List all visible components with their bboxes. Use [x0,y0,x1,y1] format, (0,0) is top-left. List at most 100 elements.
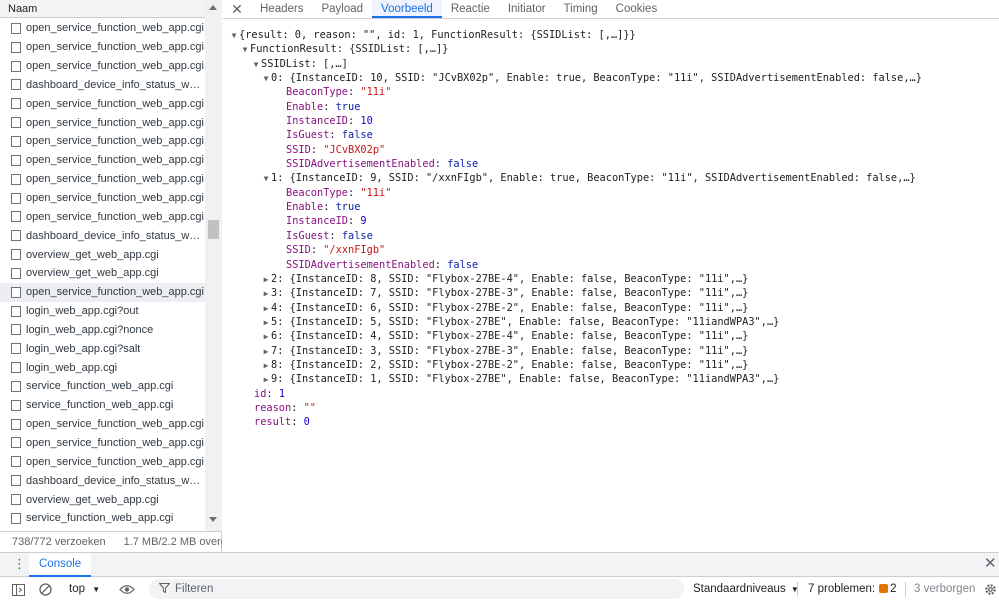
request-row[interactable]: open_service_function_web_app.cgi [0,452,205,471]
json-key: IsGuest [286,129,330,142]
expanded-arrow-icon[interactable]: ▼ [261,72,271,86]
collapsed-arrow-icon[interactable]: ▶ [261,359,271,373]
request-row[interactable]: open_service_function_web_app.cgi [0,189,205,208]
json-array-item[interactable]: ▶ 2: {InstanceID: 8, SSID: "Flybox-27BE-4… [223,272,999,286]
drawer-tab-bar: ⋮ Console ✕ [0,553,999,577]
request-row[interactable]: overview_get_web_app.cgi [0,490,205,509]
request-row[interactable]: login_web_app.cgi?salt [0,339,205,358]
request-row[interactable]: open_service_function_web_app.cgi [0,170,205,189]
request-name: open_service_function_web_app.cgi [26,286,204,299]
json-value: 1 [278,387,286,400]
request-name: overview_get_web_app.cgi [26,248,159,261]
expanded-arrow-icon[interactable]: ▼ [251,58,261,72]
request-row[interactable]: service_function_web_app.cgi [0,377,205,396]
request-row[interactable]: open_service_function_web_app.cgi [0,113,205,132]
tab-cookies[interactable]: Cookies [607,0,667,18]
scroll-thumb[interactable] [208,220,219,239]
expanded-arrow-icon[interactable]: ▼ [261,172,271,186]
request-row[interactable]: login_web_app.cgi?nonce [0,321,205,340]
json-key: reason [254,401,292,414]
request-row[interactable]: service_function_web_app.cgi [0,396,205,415]
json-array-item[interactable]: ▶ 5: {InstanceID: 5, SSID: "Flybox-27BE",… [223,315,999,329]
json-item-summary: 1: {InstanceID: 9, SSID: "/xxnFIgb", Ena… [271,172,916,185]
json-array-item[interactable]: ▶ 7: {InstanceID: 3, SSID: "Flybox-27BE-3… [223,344,999,358]
clear-console-icon[interactable] [37,578,53,600]
request-row[interactable]: open_service_function_web_app.cgi [0,94,205,113]
json-colon: : [266,387,279,400]
eye-icon[interactable] [118,578,136,600]
close-drawer-icon[interactable]: ✕ [984,556,997,572]
json-root-node[interactable]: ▼ {result: 0, reason: "", id: 1, Function… [223,28,999,42]
json-array-item[interactable]: ▼ 0: {InstanceID: 10, SSID: "JCvBX02p", E… [223,71,999,85]
more-menu-icon[interactable]: ⋮ [13,557,26,571]
request-row[interactable]: service_function_web_app.cgi [0,509,205,528]
request-row[interactable]: open_service_function_web_app.cgi [0,207,205,226]
document-icon [11,512,21,524]
tab-voorbeeld[interactable]: Voorbeeld [372,0,442,18]
request-row[interactable]: open_service_function_web_app.cgi [0,57,205,76]
name-column-header[interactable]: Naam [0,0,205,18]
expanded-arrow-icon[interactable]: ▼ [229,29,239,43]
expanded-arrow-icon[interactable]: ▼ [240,43,250,57]
close-icon[interactable]: ✕ [223,0,251,18]
json-array-item[interactable]: ▶ 6: {InstanceID: 4, SSID: "Flybox-27BE-4… [223,329,999,343]
gear-icon[interactable] [982,578,998,600]
json-key: result [254,416,292,429]
collapsed-arrow-icon[interactable]: ▶ [261,273,271,287]
request-name: open_service_function_web_app.cgi [26,455,204,468]
collapsed-arrow-icon[interactable]: ▶ [261,287,271,301]
json-array-item[interactable]: ▶ 4: {InstanceID: 6, SSID: "Flybox-27BE-2… [223,301,999,315]
json-key: InstanceID [286,215,348,228]
request-row[interactable]: open_service_function_web_app.cgi [0,19,205,38]
context-selector[interactable]: top ▼ [69,578,100,600]
request-list-scrollbar[interactable] [205,0,222,531]
tab-initiator[interactable]: Initiator [499,0,555,18]
request-row[interactable]: open_service_function_web_app.cgi [0,151,205,170]
request-name: open_service_function_web_app.cgi [26,135,204,148]
json-ssid-list-node[interactable]: ▼ SSIDList: [,…] [223,57,999,71]
request-name: login_web_app.cgi?out [26,305,139,318]
json-property: InstanceID: 10 [223,114,999,128]
request-row[interactable]: overview_get_web_app.cgi [0,245,205,264]
collapsed-arrow-icon[interactable]: ▶ [261,373,271,387]
json-property: Enable: true [223,100,999,114]
request-row[interactable]: login_web_app.cgi [0,358,205,377]
collapsed-arrow-icon[interactable]: ▶ [261,330,271,344]
request-row[interactable]: dashboard_device_info_status_web_app.cgi [0,226,205,245]
filter-input[interactable] [175,583,655,595]
request-name: service_function_web_app.cgi [26,380,174,393]
request-row[interactable]: overview_get_web_app.cgi [0,264,205,283]
request-row[interactable]: open_service_function_web_app.cgi [0,38,205,57]
request-row[interactable]: login_web_app.cgi?out [0,302,205,321]
tab-timing[interactable]: Timing [555,0,607,18]
json-key: SSIDAdvertisementEnabled [286,258,435,271]
tab-reactie[interactable]: Reactie [442,0,499,18]
tab-headers[interactable]: Headers [251,0,312,18]
tab-console[interactable]: Console [29,553,92,577]
request-row[interactable]: open_service_function_web_app.cgi [0,282,205,302]
tab-payload[interactable]: Payload [312,0,372,18]
request-row[interactable]: dashboard_device_info_status_web_app.cgi [0,76,205,95]
scroll-down-arrow-icon[interactable] [209,517,217,522]
json-array-item[interactable]: ▶ 9: {InstanceID: 1, SSID: "Flybox-27BE",… [223,372,999,386]
log-levels-dropdown[interactable]: Standaardniveaus ▼ [693,578,799,600]
collapsed-arrow-icon[interactable]: ▶ [261,316,271,330]
json-colon: : [310,244,324,257]
json-function-result-node[interactable]: ▼ FunctionResult: {SSIDList: [,…]} [223,42,999,56]
sidebar-toggle-icon[interactable] [10,578,26,600]
collapsed-arrow-icon[interactable]: ▶ [261,302,271,316]
collapsed-arrow-icon[interactable]: ▶ [261,345,271,359]
request-name: open_service_function_web_app.cgi [26,418,204,431]
json-property: reason: "" [223,401,999,415]
dropdown-arrow-icon: ▼ [92,585,101,594]
request-row[interactable]: dashboard_device_info_status_web_app.cgi [0,471,205,490]
request-row[interactable]: open_service_function_web_app.cgi [0,132,205,151]
scroll-up-arrow-icon[interactable] [209,5,217,10]
request-row[interactable]: open_service_function_web_app.cgi [0,415,205,434]
json-array-item[interactable]: ▶ 8: {InstanceID: 2, SSID: "Flybox-27BE-2… [223,358,999,372]
request-row[interactable]: open_service_function_web_app.cgi [0,434,205,453]
issues-button[interactable]: 7 problemen: 2 [808,578,897,600]
json-array-item[interactable]: ▶ 3: {InstanceID: 7, SSID: "Flybox-27BE-3… [223,286,999,300]
json-array-item[interactable]: ▼ 1: {InstanceID: 9, SSID: "/xxnFIgb", En… [223,171,999,185]
filter-box[interactable] [149,579,684,599]
